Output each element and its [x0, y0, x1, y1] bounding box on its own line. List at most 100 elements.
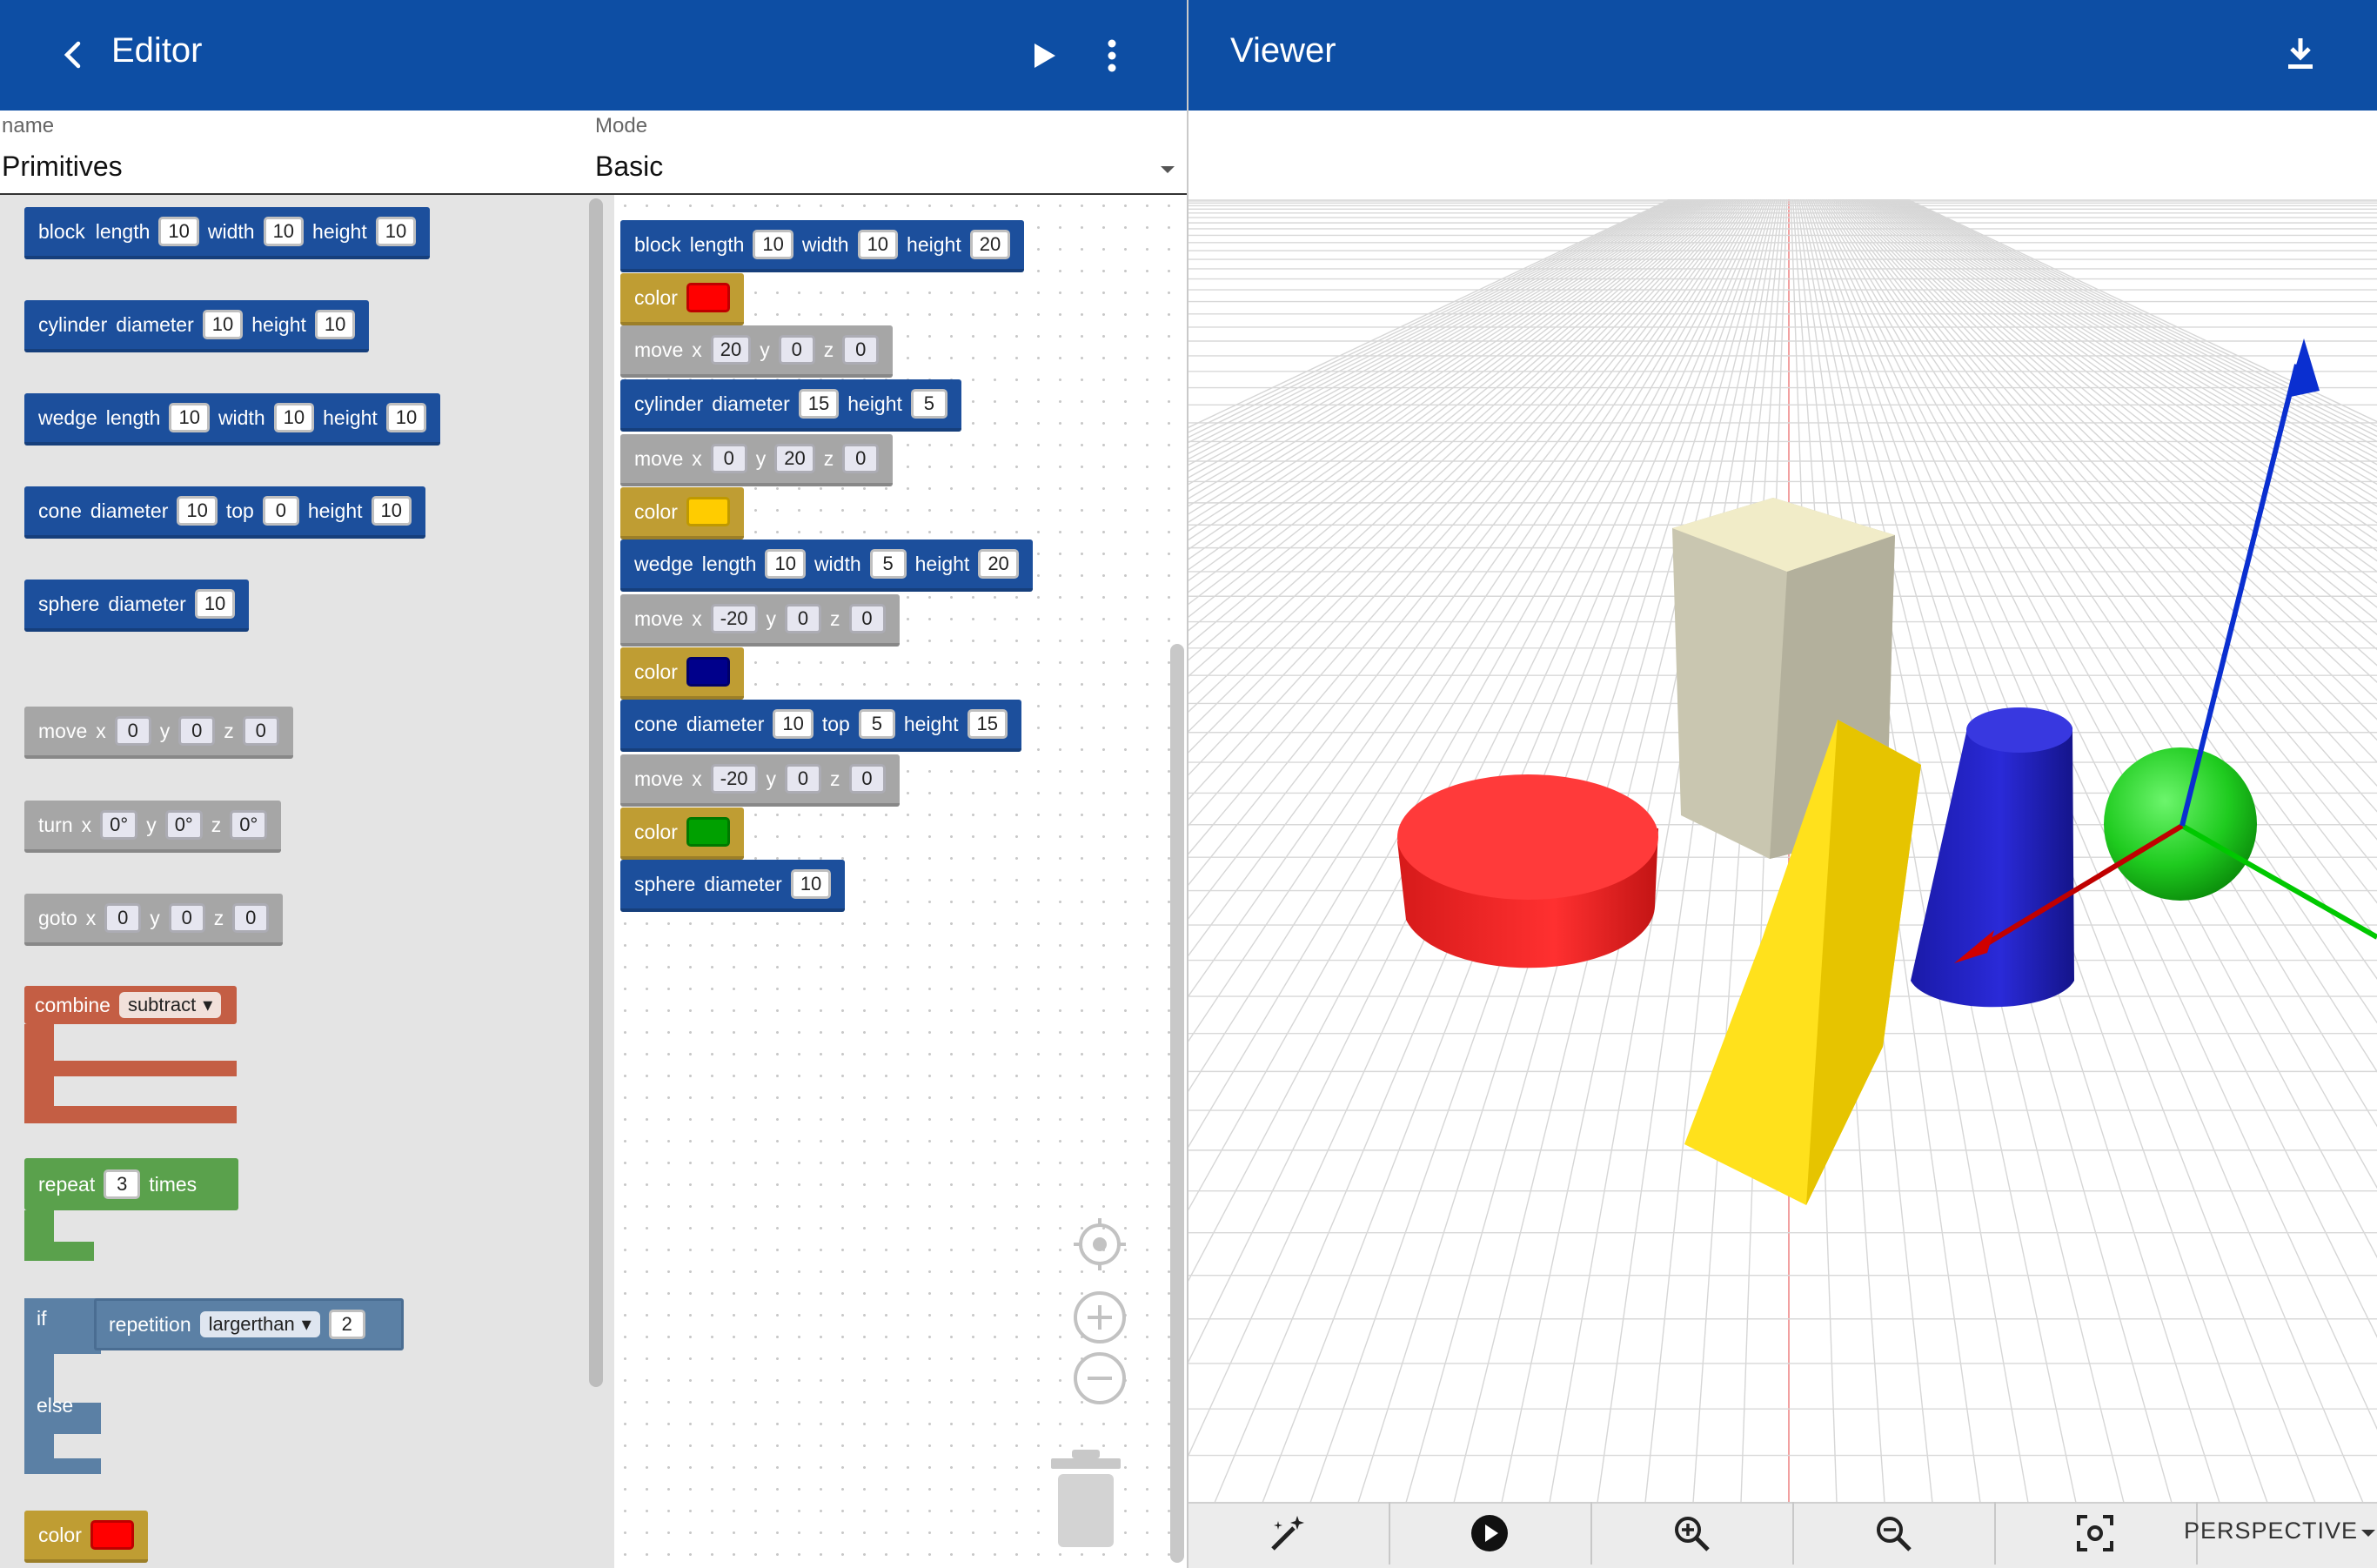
download-button[interactable] [2278, 31, 2323, 77]
toolbox-block-block[interactable]: block length 10 width 10 height 10 [24, 207, 431, 259]
program-move-2[interactable]: move x0 y 20 z0 [620, 434, 894, 486]
y-input[interactable]: 0 [778, 335, 815, 365]
viewer-canvas[interactable] [1188, 111, 2377, 1503]
y-input[interactable]: 0 [178, 716, 216, 746]
label: y [146, 813, 157, 836]
combine-operation-dropdown[interactable]: subtract ▾ [118, 992, 222, 1018]
y-input[interactable]: 0° [164, 810, 203, 840]
z-input[interactable]: 0 [848, 764, 886, 794]
viewer-zoom-in-button[interactable] [1590, 1502, 1794, 1565]
x-input[interactable]: 20 [710, 335, 752, 365]
diameter-input[interactable]: 15 [798, 389, 840, 419]
program-color-1[interactable]: color [620, 273, 744, 325]
toolbox-block-if-else[interactable]: if repetition largerthan ▾ 2 else [24, 1298, 404, 1474]
z-input[interactable]: 0 [848, 604, 886, 633]
length-input[interactable]: 10 [169, 403, 210, 432]
program-move-3[interactable]: move x -20 y0 z0 [620, 594, 900, 647]
program-color-3[interactable]: color [620, 647, 744, 700]
y-input[interactable]: 0 [785, 764, 822, 794]
toolbox-block-cylinder[interactable]: cylinder diameter 10 height 10 [24, 300, 370, 352]
toolbox-scrollbar[interactable] [589, 198, 603, 1387]
program-color-2[interactable]: color [620, 487, 744, 539]
compare-value-input[interactable]: 2 [328, 1310, 365, 1339]
height-input[interactable]: 20 [978, 549, 1019, 579]
color-swatch[interactable] [686, 497, 730, 526]
diameter-input[interactable]: 10 [790, 869, 832, 899]
count-input[interactable]: 3 [104, 1169, 141, 1199]
toolbox-block-color[interactable]: color [24, 1511, 148, 1563]
x-input[interactable]: 0 [104, 903, 142, 933]
toolbox-block-repeat[interactable]: repeat 3 times [24, 1158, 238, 1261]
x-input[interactable]: -20 [710, 764, 758, 794]
y-input[interactable]: 20 [774, 444, 815, 473]
trash-button[interactable] [1048, 1448, 1124, 1549]
height-input[interactable]: 15 [967, 709, 1008, 739]
focus-button[interactable] [1994, 1502, 2198, 1565]
z-input[interactable]: 0° [230, 810, 268, 840]
height-input[interactable]: 10 [314, 310, 356, 339]
toolbox-block-cone[interactable]: cone diameter 10 top 0 height 10 [24, 486, 425, 539]
z-input[interactable]: 0 [242, 716, 279, 746]
top-input[interactable]: 5 [858, 709, 895, 739]
z-input[interactable]: 0 [842, 444, 880, 473]
height-input[interactable]: 10 [385, 403, 427, 432]
back-button[interactable] [52, 33, 96, 77]
color-swatch[interactable] [686, 283, 730, 312]
program-block-sphere[interactable]: sphere diameter 10 [620, 860, 846, 912]
program-block-cone[interactable]: cone diameter 10 top 5 height 15 [620, 700, 1021, 752]
diameter-input[interactable]: 10 [194, 589, 236, 619]
x-input[interactable]: 0 [710, 444, 747, 473]
toolbox-block-wedge[interactable]: wedge length 10 width 10 height 10 [24, 393, 441, 446]
width-input[interactable]: 10 [263, 217, 305, 246]
diameter-input[interactable]: 10 [773, 709, 814, 739]
top-input[interactable]: 0 [262, 496, 299, 526]
zoom-out-button[interactable] [1072, 1350, 1128, 1406]
y-input[interactable]: 0 [168, 903, 205, 933]
height-input[interactable]: 10 [375, 217, 417, 246]
height-input[interactable]: 10 [371, 496, 412, 526]
name-field[interactable]: name Primitives [0, 111, 592, 194]
toolbox-block-move[interactable]: move x0 y0 z0 [24, 707, 293, 759]
color-swatch[interactable] [686, 657, 730, 687]
width-input[interactable]: 5 [869, 549, 907, 579]
program-move-4[interactable]: move x -20 y0 z0 [620, 754, 900, 807]
x-input[interactable]: 0 [114, 716, 151, 746]
y-input[interactable]: 0 [785, 604, 822, 633]
workspace-scrollbar[interactable] [1170, 644, 1184, 1563]
zoom-in-button[interactable] [1072, 1290, 1128, 1345]
color-swatch[interactable] [90, 1520, 134, 1550]
z-input[interactable]: 0 [842, 335, 880, 365]
editor-title: Editor [111, 31, 203, 70]
diameter-input[interactable]: 10 [177, 496, 218, 526]
length-input[interactable]: 10 [753, 230, 793, 259]
diameter-input[interactable]: 10 [202, 310, 244, 339]
toolbox-block-turn[interactable]: turn x 0° y 0° z 0° [24, 801, 282, 853]
width-input[interactable]: 10 [273, 403, 315, 432]
height-input[interactable]: 5 [910, 389, 947, 419]
z-input[interactable]: 0 [232, 903, 270, 933]
program-block-block[interactable]: block length 10 width 10 height 20 [620, 220, 1025, 272]
program-move-1[interactable]: move x 20 y0 z0 [620, 325, 894, 378]
more-menu-button[interactable] [1093, 33, 1131, 78]
toolbox-block-sphere[interactable]: sphere diameter 10 [24, 580, 250, 632]
x-input[interactable]: 0° [100, 810, 138, 840]
color-swatch[interactable] [686, 817, 730, 847]
length-input[interactable]: 10 [158, 217, 199, 246]
auto-fit-button[interactable] [1188, 1502, 1390, 1565]
program-block-wedge[interactable]: wedge length 10 width 5 height 20 [620, 539, 1033, 592]
animate-button[interactable] [1389, 1502, 1592, 1565]
comparison-dropdown[interactable]: largerthan ▾ [199, 1311, 320, 1337]
width-input[interactable]: 10 [857, 230, 899, 259]
toolbox-block-goto[interactable]: goto x0 y0 z0 [24, 894, 284, 946]
viewer-zoom-out-button[interactable] [1792, 1502, 1996, 1565]
recenter-button[interactable] [1072, 1216, 1128, 1272]
program-block-cylinder[interactable]: cylinder diameter 15 height 5 [620, 379, 961, 432]
length-input[interactable]: 10 [765, 549, 806, 579]
height-input[interactable]: 20 [969, 230, 1011, 259]
run-button[interactable] [1020, 33, 1065, 78]
toolbox-block-combine[interactable]: combine subtract ▾ [24, 986, 237, 1123]
program-color-4[interactable]: color [620, 807, 744, 860]
name-value[interactable]: Primitives [2, 151, 123, 183]
mode-select[interactable]: Mode Basic [593, 111, 1187, 194]
x-input[interactable]: -20 [710, 604, 758, 633]
